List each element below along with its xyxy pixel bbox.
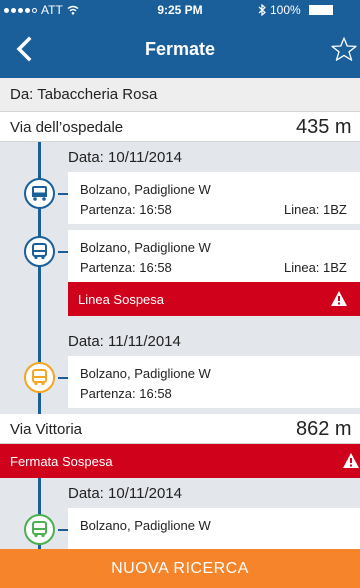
departure-stop: Bolzano, Padiglione W (80, 240, 211, 255)
departure-stop: Bolzano, Padiglione W (80, 366, 211, 381)
alert-label: Fermata Sospesa (10, 454, 113, 469)
stop-departures: Data: 10/11/2014 Bolzano, Padiglione W (0, 478, 360, 549)
origin-label: Da: Tabaccheria Rosa (10, 86, 158, 103)
timeline-connector (58, 529, 68, 531)
warning-icon (331, 291, 347, 306)
origin-bar: Da: Tabaccheria Rosa (0, 78, 360, 112)
battery-percent: 100% (270, 3, 301, 17)
departure-stop: Bolzano, Padiglione W (80, 518, 211, 533)
departure-time: Partenza: 16:58 (80, 202, 172, 217)
date-label: Data: 11/11/2014 (68, 333, 181, 350)
line-suspended-alert: Linea Sospesa (68, 282, 360, 316)
stop-departures: Data: 10/11/2014 Bolzano, Padiglione W P… (0, 142, 360, 414)
departure-time: Partenza: 16:58 (80, 260, 172, 275)
star-icon[interactable] (330, 36, 358, 62)
timeline-connector (58, 377, 68, 379)
bus-icon (24, 362, 55, 393)
departure-card[interactable]: Bolzano, Padiglione W Partenza: 16:58 Li… (68, 230, 360, 282)
battery-icon (308, 5, 333, 15)
date-row: Data: 10/11/2014 (68, 142, 360, 172)
stop-header[interactable]: Via dell’ospedale 435 m (0, 112, 360, 142)
stop-distance: 862 m (296, 418, 352, 440)
date-label: Data: 10/11/2014 (68, 149, 182, 166)
date-label: Data: 10/11/2014 (68, 485, 182, 502)
alert-label: Linea Sospesa (78, 292, 165, 307)
warning-icon (343, 453, 359, 468)
stop-header[interactable]: Via Vittoria 862 m (0, 414, 360, 444)
stop-suspended-alert: Fermata Sospesa (0, 444, 360, 478)
stop-name: Via Vittoria (10, 421, 82, 438)
bus-icon (24, 236, 55, 267)
departure-card[interactable]: Bolzano, Padiglione W Partenza: 16:58 Li… (68, 172, 360, 224)
nav-bar: Fermate (0, 20, 360, 78)
bus-front-icon (24, 178, 55, 209)
timeline-connector (58, 251, 68, 253)
departure-line: Linea: 1BZ (284, 202, 347, 217)
departure-stop: Bolzano, Padiglione W (80, 182, 211, 197)
departure-card[interactable]: Bolzano, Padiglione W Partenza: 16:58 (68, 356, 360, 408)
new-search-button[interactable]: NUOVA RICERCA (0, 549, 360, 588)
date-row: Data: 10/11/2014 (68, 478, 360, 508)
status-bar: ATT 9:25 PM 100% (0, 0, 360, 20)
stop-name: Via dell’ospedale (10, 119, 124, 136)
timeline-connector (58, 193, 68, 195)
departure-line: Linea: 1BZ (284, 260, 347, 275)
bus-icon (24, 514, 55, 545)
battery-info: 100% (258, 3, 333, 17)
bluetooth-icon (258, 4, 266, 16)
date-row: Data: 11/11/2014 (68, 326, 360, 356)
departure-card[interactable]: Bolzano, Padiglione W (68, 508, 360, 549)
departure-time: Partenza: 16:58 (80, 386, 172, 401)
stop-distance: 435 m (296, 116, 352, 138)
page-title: Fermate (144, 39, 216, 59)
